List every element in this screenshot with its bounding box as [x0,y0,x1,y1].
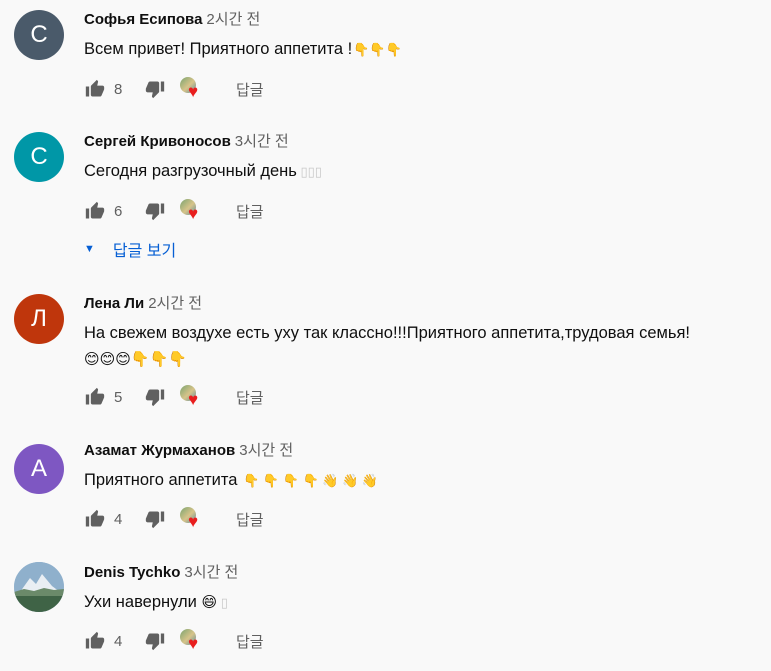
comment-time[interactable]: 3시간 전 [184,564,238,581]
reply-button[interactable]: 답글 [236,201,264,222]
like-count: 4 [114,510,123,528]
like-icon[interactable] [84,508,106,530]
comment-time[interactable]: 2시간 전 [148,295,202,312]
comment-header: Азамат Журмаханов 3시간 전 [84,442,293,460]
avatar[interactable] [14,562,64,612]
comment-actions: 5 ♥ 답글 [84,384,264,410]
creator-heart-icon: ♥ [178,384,206,410]
reply-button[interactable]: 답글 [236,631,264,652]
dislike-icon[interactable] [144,508,166,530]
comment-author[interactable]: Сергей Кривоносов [84,133,231,150]
comment-actions: 8 ♥ 답글 [84,76,264,102]
dislike-icon[interactable] [144,386,166,408]
comment-body: Всем привет! Приятного аппетита ! [84,40,353,58]
caret-down-icon: ▼ [84,243,95,255]
like-icon[interactable] [84,78,106,100]
creator-heart-icon: ♥ [178,628,206,654]
view-replies-label: 답글 보기 [112,243,177,260]
comment-time[interactable]: 2시간 전 [206,11,260,28]
comment-header: Сергей Кривоносов 3시간 전 [84,133,289,151]
grinning-emoji: 😄 [201,594,218,611]
like-count: 4 [114,632,123,650]
comment-header: Denis Tychko 3시간 전 [84,564,238,582]
placeholder-glyphs: ▯ [217,595,228,610]
comment-author[interactable]: Софья Есипова [84,11,202,28]
comment-actions: 6 ♥ 답글 [84,198,264,224]
creator-heart-icon: ♥ [178,76,206,102]
like-icon[interactable] [84,200,106,222]
comment-actions: 4 ♥ 답글 [84,628,264,654]
like-icon[interactable] [84,630,106,652]
dislike-icon[interactable] [144,78,166,100]
comment-header: Лена Ли 2시간 전 [84,295,202,313]
pointing-down-emoji: 👇👇👇 [353,42,402,57]
comment-body: На свежем воздухе есть уху так классно!!… [84,324,690,342]
comment-time[interactable]: 3시간 전 [235,133,289,150]
creator-heart-icon: ♥ [178,506,206,532]
reply-button[interactable]: 답글 [236,509,264,530]
mountain-photo-icon [14,562,64,612]
dislike-icon[interactable] [144,200,166,222]
comment-actions: 4 ♥ 답글 [84,506,264,532]
placeholder-glyphs: ▯▯▯ [296,164,322,179]
like-count: 6 [114,202,123,220]
comment-text: Приятного аппетита 👇 👇 👇 👇 👋 👋 👋 [84,467,764,494]
avatar[interactable]: С [14,132,64,182]
avatar[interactable]: С [14,10,64,60]
comment-time[interactable]: 3시간 전 [239,442,293,459]
comment-header: Софья Есипова 2시간 전 [84,11,260,29]
comment-body: Сегодня разгрузочный день [84,162,297,180]
emoji-sequence: 😊😊😊👇👇👇 [84,351,187,368]
like-icon[interactable] [84,386,106,408]
avatar[interactable]: А [14,444,64,494]
comment-author[interactable]: Азамат Журмаханов [84,442,235,459]
like-count: 8 [114,80,123,98]
comment-text: На свежем воздухе есть уху так классно!!… [84,320,764,373]
reply-button[interactable]: 답글 [236,79,264,100]
avatar[interactable]: Л [14,294,64,344]
comment-author[interactable]: Denis Tychko [84,564,180,581]
comment-text: Сегодня разгрузочный день ▯▯▯ [84,158,764,185]
comment-text: Всем привет! Приятного аппетита !👇👇👇 [84,36,764,63]
creator-heart-icon: ♥ [178,198,206,224]
comment-author[interactable]: Лена Ли [84,295,144,312]
comment-text: Ухи навернули 😄 ▯ [84,589,764,616]
reply-button[interactable]: 답글 [236,387,264,408]
like-count: 5 [114,388,123,406]
dislike-icon[interactable] [144,630,166,652]
comment-body: Приятного аппетита [84,471,238,489]
view-replies-button[interactable]: ▼ 답글 보기 [84,237,176,261]
hand-emoji-sequence: 👇 👇 👇 👇 👋 👋 👋 [243,473,379,488]
comment-body: Ухи навернули [84,593,197,611]
